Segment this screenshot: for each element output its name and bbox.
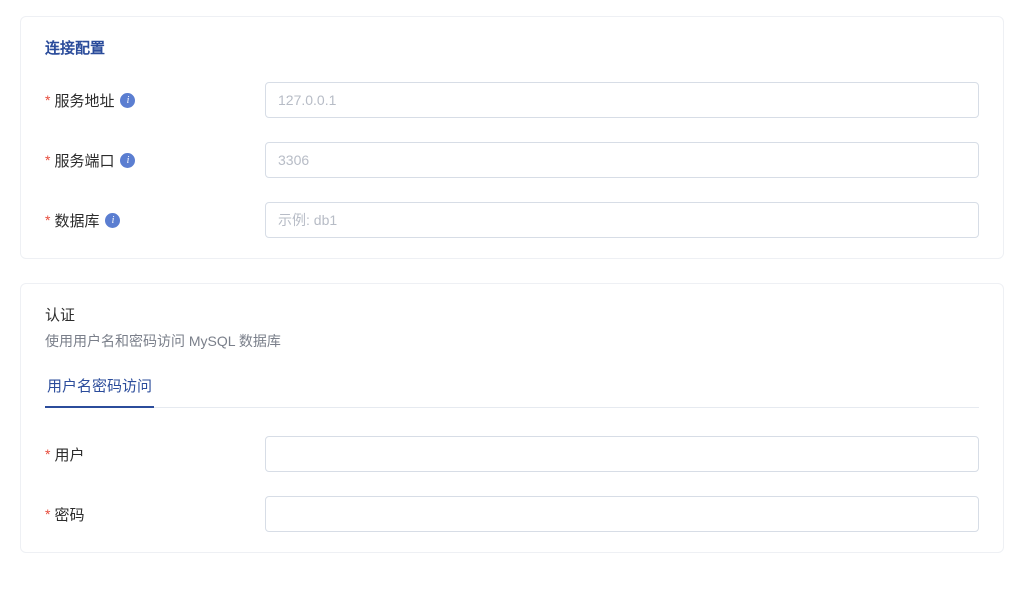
database-row: * 数据库 i — [45, 202, 979, 238]
required-star: * — [45, 212, 50, 228]
info-icon[interactable]: i — [120, 93, 135, 108]
auth-card: 认证 使用用户名和密码访问 MySQL 数据库 用户名密码访问 * 用户 * 密… — [20, 283, 1004, 553]
user-row: * 用户 — [45, 436, 979, 472]
database-label-text: 数据库 — [54, 210, 99, 231]
host-input[interactable] — [265, 82, 979, 118]
required-star: * — [45, 446, 50, 462]
info-icon[interactable]: i — [120, 153, 135, 168]
required-star: * — [45, 506, 50, 522]
required-star: * — [45, 92, 50, 108]
connection-section-title: 连接配置 — [45, 37, 979, 58]
auth-heading: 认证 — [45, 304, 979, 325]
port-input[interactable] — [265, 142, 979, 178]
password-label-text: 密码 — [54, 504, 84, 525]
user-input[interactable] — [265, 436, 979, 472]
password-label: * 密码 — [45, 504, 265, 525]
host-label-text: 服务地址 — [54, 90, 114, 111]
port-label-text: 服务端口 — [54, 150, 114, 171]
port-label: * 服务端口 i — [45, 150, 265, 171]
password-row: * 密码 — [45, 496, 979, 532]
user-label: * 用户 — [45, 444, 265, 465]
password-input[interactable] — [265, 496, 979, 532]
port-row: * 服务端口 i — [45, 142, 979, 178]
auth-description: 使用用户名和密码访问 MySQL 数据库 — [45, 331, 979, 351]
user-label-text: 用户 — [54, 444, 84, 465]
database-input[interactable] — [265, 202, 979, 238]
connection-config-card: 连接配置 * 服务地址 i * 服务端口 i * 数据库 i — [20, 16, 1004, 259]
database-label: * 数据库 i — [45, 210, 265, 231]
tab-username-password[interactable]: 用户名密码访问 — [45, 375, 154, 408]
required-star: * — [45, 152, 50, 168]
auth-tabs: 用户名密码访问 — [45, 375, 979, 408]
host-label: * 服务地址 i — [45, 90, 265, 111]
host-row: * 服务地址 i — [45, 82, 979, 118]
info-icon[interactable]: i — [105, 213, 120, 228]
